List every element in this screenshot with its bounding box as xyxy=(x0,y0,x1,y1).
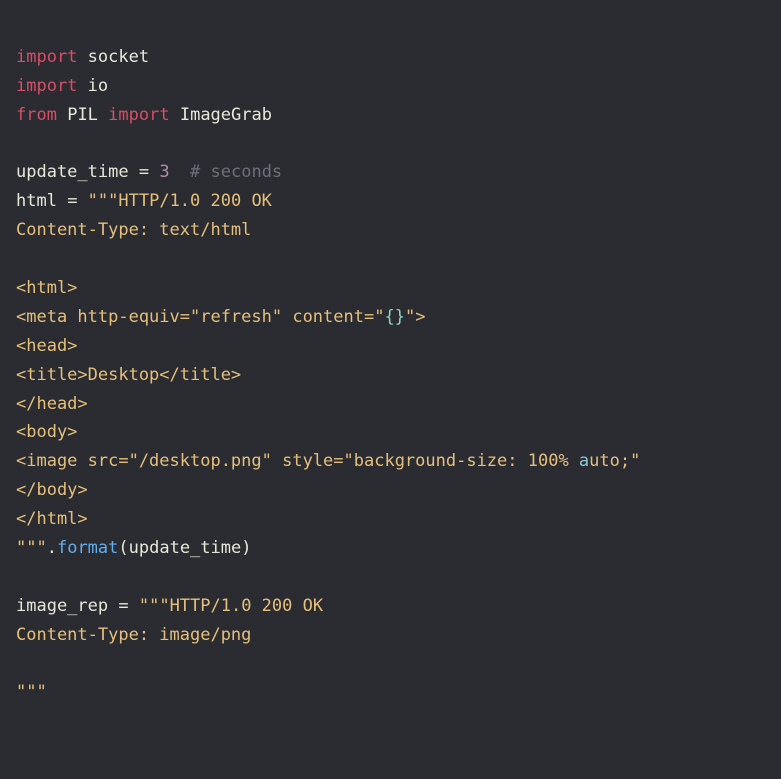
code-editor: { "lines": { "l1_kw1": "import", "l1_mod… xyxy=(0,0,781,779)
code-line: import socket xyxy=(16,47,149,67)
code-line: Content-Type: text/html xyxy=(16,220,251,240)
code-line: <title>Desktop</title> xyxy=(16,365,241,385)
code-line: """ xyxy=(16,682,47,702)
code-line: Content-Type: image/png xyxy=(16,625,251,645)
code-line: </html> xyxy=(16,509,88,529)
code-line: </head> xyxy=(16,394,88,414)
code-line: update_time = 3 # seconds xyxy=(16,162,282,182)
code-line: from PIL import ImageGrab xyxy=(16,105,272,125)
code-line: """.format(update_time) xyxy=(16,538,251,558)
code-line: html = """HTTP/1.0 200 OK xyxy=(16,191,272,211)
code-line: image_rep = """HTTP/1.0 200 OK xyxy=(16,596,323,616)
code-line: <head> xyxy=(16,336,77,356)
code-line: </body> xyxy=(16,480,88,500)
code-line: import io xyxy=(16,76,108,96)
code-line: <meta http-equiv="refresh" content="{}"> xyxy=(16,307,425,327)
code-line: <image src="/desktop.png" style="backgro… xyxy=(16,451,640,471)
code-line: <html> xyxy=(16,278,77,298)
code-line: <body> xyxy=(16,422,77,442)
